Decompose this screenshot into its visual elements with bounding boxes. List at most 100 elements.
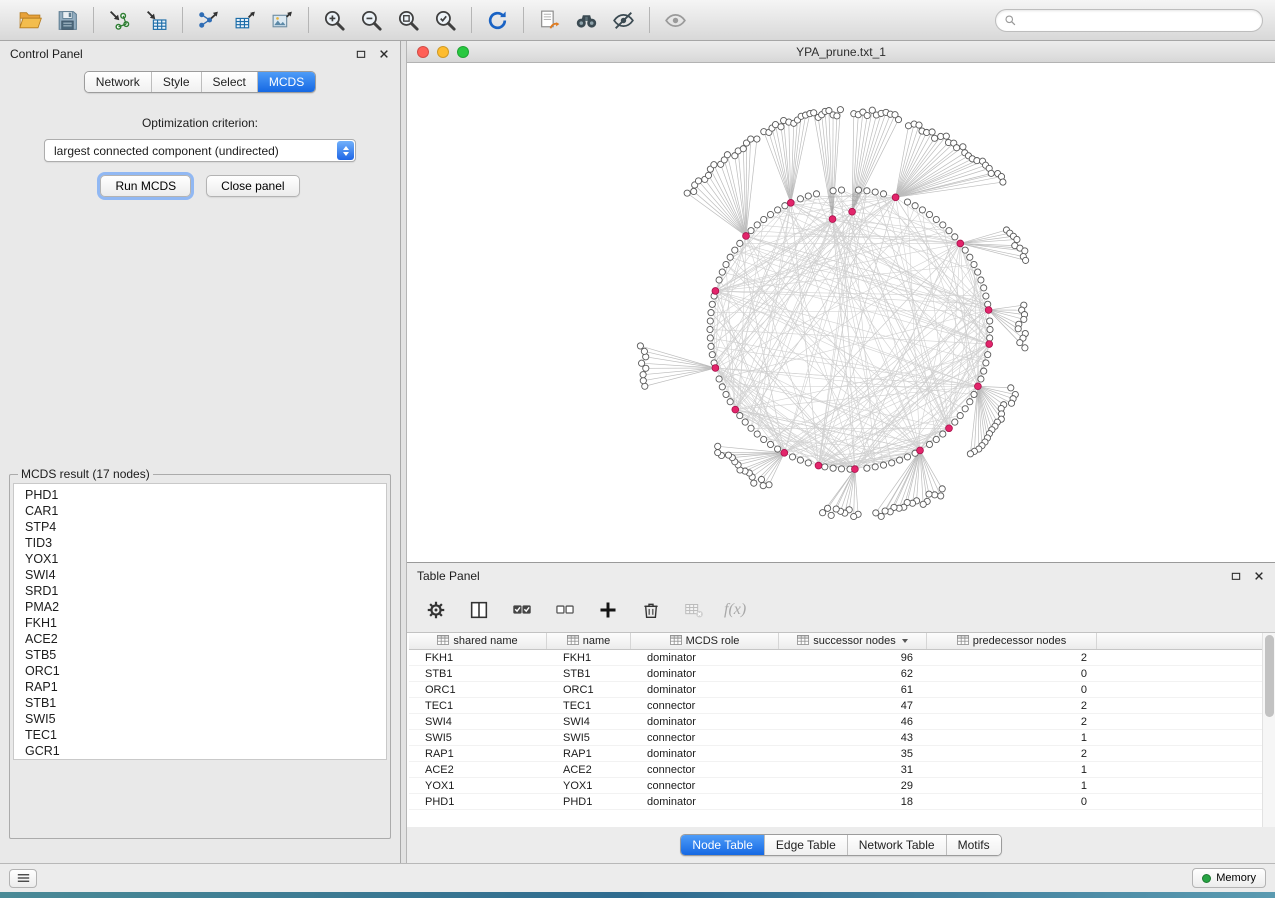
network-node[interactable] — [978, 277, 984, 283]
network-hub-node[interactable] — [852, 466, 859, 473]
network-node[interactable] — [813, 191, 819, 197]
network-leaf-node[interactable] — [932, 135, 938, 141]
network-leaf-node[interactable] — [751, 480, 757, 486]
network-hub-node[interactable] — [781, 449, 788, 456]
network-hub-node[interactable] — [892, 194, 899, 201]
eye-icon[interactable] — [657, 4, 694, 36]
network-node[interactable] — [872, 464, 878, 470]
table-row[interactable]: RAP1RAP1dominator352 — [409, 746, 1275, 762]
network-hub-node[interactable] — [849, 208, 856, 215]
network-leaf-node[interactable] — [833, 506, 839, 512]
column-header-name[interactable]: name — [547, 633, 631, 649]
network-node[interactable] — [983, 293, 989, 299]
select-all-rows-icon[interactable] — [509, 597, 535, 623]
network-node[interactable] — [761, 216, 767, 222]
share-document-icon[interactable] — [531, 4, 568, 36]
refresh-layout-icon[interactable] — [479, 4, 516, 36]
zoom-out-icon[interactable] — [353, 4, 390, 36]
network-hub-node[interactable] — [957, 240, 964, 247]
network-node[interactable] — [940, 222, 946, 228]
network-node[interactable] — [926, 211, 932, 217]
mcds-result-item[interactable]: STP4 — [14, 519, 386, 535]
table-row[interactable]: FKH1FKH1dominator962 — [409, 650, 1275, 666]
network-leaf-node[interactable] — [974, 158, 980, 164]
network-leaf-node[interactable] — [711, 162, 717, 168]
delete-column-icon[interactable] — [638, 597, 664, 623]
network-leaf-node[interactable] — [640, 372, 646, 378]
network-leaf-node[interactable] — [643, 365, 649, 371]
network-leaf-node[interactable] — [828, 512, 834, 518]
network-node[interactable] — [767, 211, 773, 217]
network-leaf-node[interactable] — [766, 482, 772, 488]
network-node[interactable] — [754, 431, 760, 437]
network-hub-node[interactable] — [743, 233, 750, 240]
network-node[interactable] — [716, 277, 722, 283]
network-leaf-node[interactable] — [943, 133, 949, 139]
settings-gear-icon[interactable] — [423, 597, 449, 623]
network-node[interactable] — [723, 391, 729, 397]
mcds-result-item[interactable]: PMA2 — [14, 599, 386, 615]
search-box[interactable] — [995, 9, 1263, 32]
network-node[interactable] — [732, 247, 738, 253]
network-node[interactable] — [775, 446, 781, 452]
table-row[interactable]: ACE2ACE2connector311 — [409, 762, 1275, 778]
tab-mcds[interactable]: MCDS — [258, 72, 315, 92]
close-panel-button[interactable]: Close panel — [206, 175, 299, 197]
open-folder-icon[interactable] — [12, 4, 49, 36]
network-node[interactable] — [789, 454, 795, 460]
mcds-result-item[interactable]: CAR1 — [14, 503, 386, 519]
network-leaf-node[interactable] — [705, 172, 711, 178]
network-node[interactable] — [957, 412, 963, 418]
network-leaf-node[interactable] — [1023, 257, 1029, 263]
export-network-icon[interactable] — [190, 4, 227, 36]
network-node[interactable] — [946, 228, 952, 234]
network-node[interactable] — [805, 460, 811, 466]
network-node[interactable] — [797, 457, 803, 463]
mcds-result-item[interactable]: ORC1 — [14, 663, 386, 679]
table-row[interactable]: TEC1TEC1connector472 — [409, 698, 1275, 714]
zoom-window-icon[interactable] — [457, 46, 469, 58]
network-node[interactable] — [880, 191, 886, 197]
zoom-in-icon[interactable] — [316, 4, 353, 36]
run-mcds-button[interactable]: Run MCDS — [100, 175, 191, 197]
network-node[interactable] — [952, 234, 958, 240]
network-node[interactable] — [727, 254, 733, 260]
table-row[interactable]: YOX1YOX1connector291 — [409, 778, 1275, 794]
menu-icon[interactable] — [9, 869, 37, 888]
close-panel-icon[interactable] — [377, 47, 390, 60]
network-leaf-node[interactable] — [895, 116, 901, 122]
table-row[interactable]: SWI4SWI4dominator462 — [409, 714, 1275, 730]
network-leaf-node[interactable] — [988, 170, 994, 176]
column-visibility-icon[interactable] — [466, 597, 492, 623]
network-node[interactable] — [822, 464, 828, 470]
network-node[interactable] — [838, 187, 844, 193]
table-row[interactable]: STB1STB1dominator620 — [409, 666, 1275, 682]
zoom-fit-icon[interactable] — [390, 4, 427, 36]
network-node[interactable] — [987, 326, 993, 332]
float-table-panel-icon[interactable] — [1229, 569, 1242, 582]
network-node[interactable] — [933, 436, 939, 442]
network-node[interactable] — [864, 188, 870, 194]
network-node[interactable] — [775, 207, 781, 213]
network-leaf-node[interactable] — [758, 476, 764, 482]
tab-network[interactable]: Network — [85, 72, 152, 92]
network-node[interactable] — [707, 326, 713, 332]
network-hub-node[interactable] — [985, 307, 992, 314]
column-header-MCDS-role[interactable]: MCDS role — [631, 633, 779, 649]
network-hub-node[interactable] — [829, 216, 836, 223]
network-node[interactable] — [805, 193, 811, 199]
network-leaf-node[interactable] — [1008, 385, 1014, 391]
network-node[interactable] — [707, 335, 713, 341]
network-leaf-node[interactable] — [724, 152, 730, 158]
network-leaf-node[interactable] — [916, 122, 922, 128]
network-node[interactable] — [742, 419, 748, 425]
network-leaf-node[interactable] — [929, 129, 935, 135]
network-node[interactable] — [967, 254, 973, 260]
network-node[interactable] — [748, 228, 754, 234]
network-hub-node[interactable] — [986, 341, 993, 348]
network-node[interactable] — [708, 310, 714, 316]
network-node[interactable] — [737, 240, 743, 246]
network-hub-node[interactable] — [712, 365, 719, 372]
network-leaf-node[interactable] — [837, 107, 843, 113]
network-node[interactable] — [985, 352, 991, 358]
